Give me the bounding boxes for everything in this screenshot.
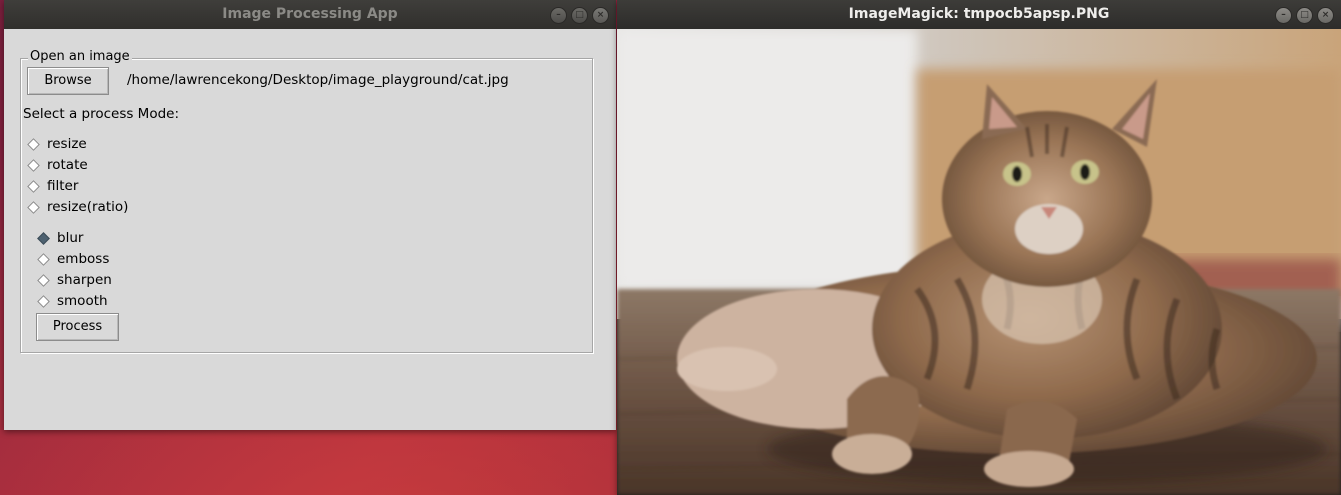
window-title: Image Processing App [222, 6, 398, 22]
radio-resize[interactable]: resize [27, 136, 87, 152]
radio-smooth[interactable]: smooth [37, 293, 108, 309]
radio-emboss[interactable]: emboss [37, 251, 109, 267]
minimize-icon[interactable]: – [1275, 7, 1292, 24]
radio-label: emboss [57, 251, 110, 267]
window-title: ImageMagick: tmpocb5apsp.PNG [848, 6, 1110, 22]
process-button[interactable]: Process [36, 313, 119, 341]
radio-rotate[interactable]: rotate [27, 157, 88, 173]
radio-indicator-icon [37, 294, 50, 308]
radio-label: rotate [47, 157, 88, 173]
radio-label: sharpen [57, 272, 112, 288]
radio-label: resize [47, 136, 87, 152]
radio-label: filter [47, 178, 79, 194]
group-label: Open an image [28, 49, 132, 64]
imagemagick-window: ImageMagick: tmpocb5apsp.PNG – □ × [617, 0, 1341, 495]
titlebar[interactable]: Image Processing App – □ × [4, 0, 616, 29]
radio-indicator-icon [37, 231, 50, 245]
cat-photo-svg [617, 29, 1341, 495]
radio-label: resize(ratio) [47, 199, 129, 215]
radio-indicator-icon [27, 200, 40, 214]
maximize-icon[interactable]: □ [571, 7, 588, 24]
mode-prompt: Select a process Mode: [23, 106, 180, 122]
minimize-icon[interactable]: – [550, 7, 567, 24]
radio-blur[interactable]: blur [37, 230, 83, 246]
browse-button[interactable]: Browse [27, 67, 109, 95]
radio-sharpen[interactable]: sharpen [37, 272, 112, 288]
cat-image [617, 29, 1341, 495]
radio-indicator-icon [37, 273, 50, 287]
radio-label: blur [57, 230, 84, 246]
titlebar[interactable]: ImageMagick: tmpocb5apsp.PNG – □ × [617, 0, 1341, 29]
radio-label: smooth [57, 293, 108, 309]
radio-resize-ratio[interactable]: resize(ratio) [27, 199, 128, 215]
close-icon[interactable]: × [592, 7, 609, 24]
radio-indicator-icon [27, 158, 40, 172]
close-icon[interactable]: × [1317, 7, 1334, 24]
radio-filter[interactable]: filter [27, 178, 78, 194]
radio-indicator-icon [37, 252, 50, 266]
file-path-label: /home/lawrencekong/Desktop/image_playgro… [127, 72, 509, 88]
maximize-icon[interactable]: □ [1296, 7, 1313, 24]
radio-indicator-icon [27, 179, 40, 193]
radio-indicator-icon [27, 137, 40, 151]
